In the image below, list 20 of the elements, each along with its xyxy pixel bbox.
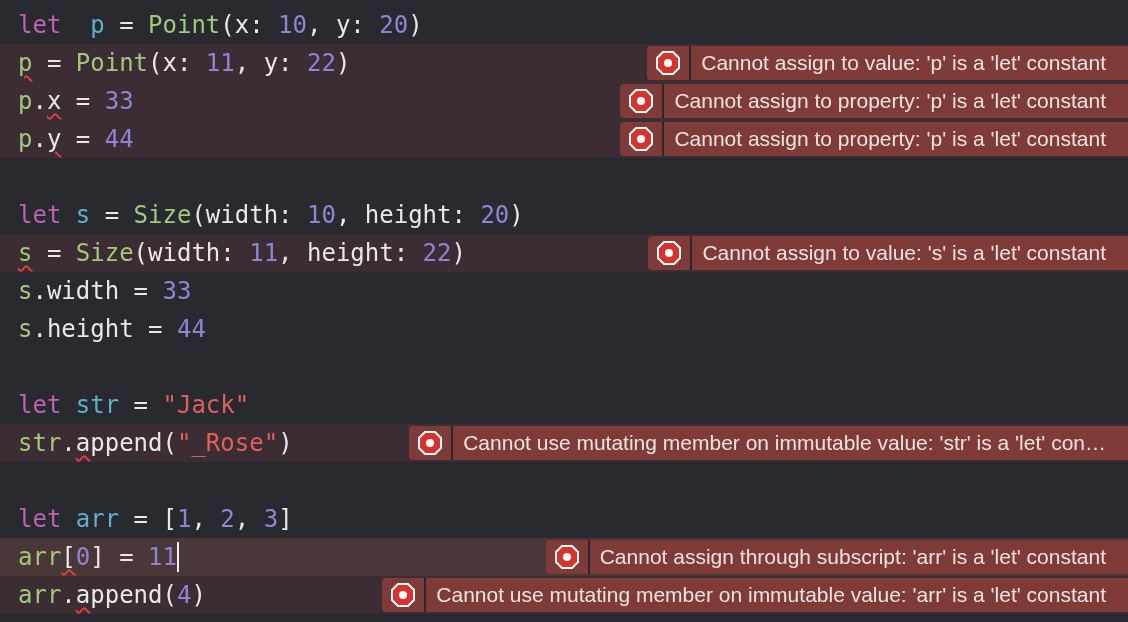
code-line: p = Point(x: 11, y: 22) bbox=[17, 48, 351, 78]
code-line: let arr = [1, 2, 3] bbox=[17, 504, 293, 534]
code-line: p.x = 33 bbox=[17, 86, 134, 116]
code-line: let s = Size(width: 10, height: 20) bbox=[17, 200, 524, 230]
error-icon bbox=[418, 431, 443, 455]
code-line: s.width = 33 bbox=[17, 276, 192, 306]
error-icon bbox=[657, 241, 682, 265]
error-icon bbox=[554, 545, 579, 569]
code-line: let p = Point(x: 10, y: 20) bbox=[17, 10, 423, 40]
code-line: arr.append(4) bbox=[17, 580, 206, 610]
code-line: arr[0] = 11 bbox=[17, 542, 177, 572]
code-line: str.append("_Rose") bbox=[17, 428, 293, 458]
code-line: s = Size(width: 11, height: 22) bbox=[17, 238, 466, 268]
code-line: s.height = 44 bbox=[17, 314, 206, 344]
error-icon bbox=[629, 89, 654, 113]
code-line: let str = "Jack" bbox=[17, 390, 250, 420]
error-icon bbox=[629, 127, 654, 151]
error-icon bbox=[391, 583, 416, 607]
error-icon bbox=[656, 51, 681, 75]
code-line: p.y = 44 bbox=[17, 124, 134, 154]
